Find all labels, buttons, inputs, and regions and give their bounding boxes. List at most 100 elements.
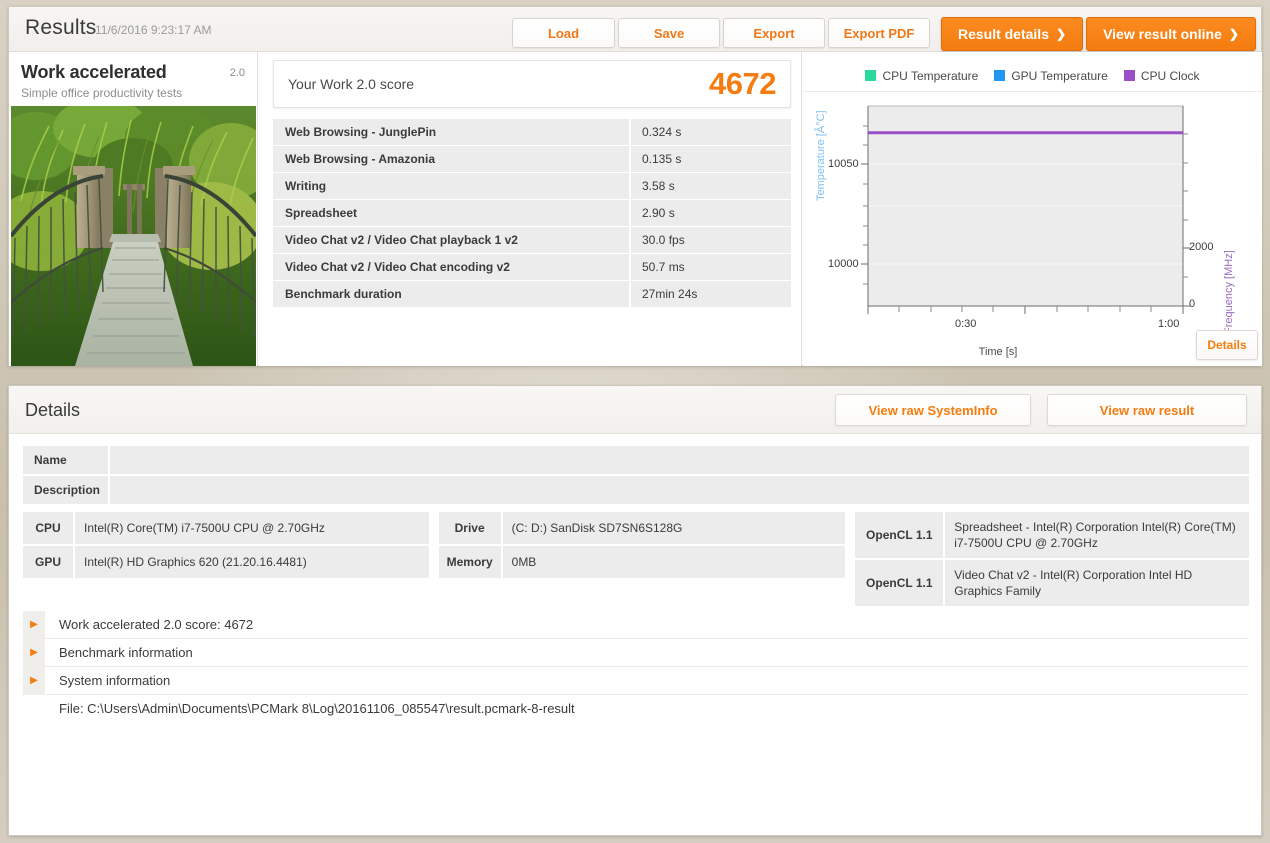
- chevron-right-icon: ❯: [1056, 27, 1066, 41]
- benchmark-subtitle: Simple office productivity tests: [21, 86, 245, 100]
- legend-swatch-icon: [1124, 70, 1135, 81]
- hardware-value: (C: D:) SanDisk SD7SN6S128G: [503, 512, 846, 544]
- result-test-name: Video Chat v2 / Video Chat encoding v2: [273, 254, 629, 280]
- table-row: Description: [23, 476, 1249, 504]
- details-title: Details: [25, 400, 80, 421]
- table-row: GPUIntel(R) HD Graphics 620 (21.20.16.44…: [23, 546, 429, 578]
- legend-label: CPU Clock: [1141, 69, 1200, 83]
- hardware-column-opencl: OpenCL 1.1Spreadsheet - Intel(R) Corpora…: [855, 512, 1249, 608]
- result-test-name: Benchmark duration: [273, 281, 629, 307]
- chart-legend: CPU Temperature GPU Temperature CPU Clock: [803, 60, 1262, 92]
- hardware-column-cpu-gpu: CPUIntel(R) Core(TM) i7-7500U CPU @ 2.70…: [23, 512, 429, 608]
- chevron-right-icon: ▶: [30, 675, 38, 686]
- table-row: Web Browsing - JunglePin0.324 s: [273, 119, 791, 145]
- expand-toggle[interactable]: ▶: [23, 667, 45, 695]
- result-test-value: 30.0 fps: [631, 227, 791, 253]
- result-test-value: 2.90 s: [631, 200, 791, 226]
- load-button[interactable]: Load: [512, 18, 615, 48]
- hardware-value: 0MB: [503, 546, 846, 578]
- expandable-row[interactable]: ▶ Work accelerated 2.0 score: 4672: [23, 611, 1249, 639]
- expandable-label: Work accelerated 2.0 score: 4672: [59, 617, 253, 632]
- expandable-label: Benchmark information: [59, 645, 193, 660]
- result-test-value: 50.7 ms: [631, 254, 791, 280]
- table-row: Drive(C: D:) SanDisk SD7SN6S128G: [439, 512, 846, 544]
- field-input[interactable]: [110, 476, 1249, 504]
- view-online-label: View result online: [1103, 26, 1222, 42]
- benchmark-summary: Work accelerated 2.0 Simple office produ…: [9, 52, 258, 366]
- expandable-row[interactable]: ▶ System information: [23, 667, 1249, 695]
- monitoring-chart-panel: CPU TemperatureGPU TemperatureCPU Clock …: [803, 52, 1262, 366]
- chart-details-button[interactable]: Details: [1196, 330, 1258, 360]
- table-row: Writing3.58 s: [273, 173, 791, 199]
- hardware-grid: CPUIntel(R) Core(TM) i7-7500U CPU @ 2.70…: [23, 512, 1249, 608]
- view-result-online-button[interactable]: View result online ❯: [1086, 17, 1256, 51]
- benchmark-header: Work accelerated 2.0 Simple office produ…: [9, 52, 257, 100]
- hardware-label: GPU: [23, 546, 73, 578]
- hardware-value: Spreadsheet - Intel(R) Corporation Intel…: [945, 512, 1249, 558]
- table-row: CPUIntel(R) Core(TM) i7-7500U CPU @ 2.70…: [23, 512, 429, 544]
- result-test-name: Web Browsing - Amazonia: [273, 146, 629, 172]
- toolbar: Results 11/6/2016 9:23:17 AM Load Save E…: [9, 7, 1261, 52]
- result-timestamp: 11/6/2016 9:23:17 AM: [95, 23, 212, 37]
- save-button[interactable]: Save: [618, 18, 720, 48]
- result-details-label: Result details: [958, 26, 1049, 42]
- jungle-bridge-image: [11, 106, 256, 366]
- expandable-label: System information: [59, 673, 170, 688]
- score-box: Your Work 2.0 score 4672: [273, 60, 791, 108]
- export-button[interactable]: Export: [723, 18, 825, 48]
- chart-svg: [803, 96, 1262, 366]
- score-section: Your Work 2.0 score 4672 Web Browsing - …: [259, 52, 802, 366]
- table-row: Memory0MB: [439, 546, 846, 578]
- legend-swatch-icon: [865, 70, 876, 81]
- hardware-value: Intel(R) HD Graphics 620 (21.20.16.4481): [75, 546, 429, 578]
- result-test-value: 27min 24s: [631, 281, 791, 307]
- table-row: Name: [23, 446, 1249, 474]
- table-row: Benchmark duration27min 24s: [273, 281, 791, 307]
- details-panel: Details View raw SystemInfo View raw res…: [8, 385, 1262, 836]
- benchmark-version: 2.0: [230, 67, 245, 79]
- expandable-row[interactable]: ▶ Benchmark information: [23, 639, 1249, 667]
- field-label: Name: [23, 446, 108, 474]
- hardware-value: Video Chat v2 - Intel(R) Corporation Int…: [945, 560, 1249, 606]
- page-title: Results: [25, 16, 96, 40]
- hardware-label: OpenCL 1.1: [855, 560, 943, 606]
- chart-plot-area: Temperature [Â°C] Frequency [MHz] Time […: [803, 96, 1262, 366]
- export-pdf-button[interactable]: Export PDF: [828, 18, 930, 48]
- benchmark-thumbnail: [11, 106, 256, 366]
- table-row: Video Chat v2 / Video Chat encoding v250…: [273, 254, 791, 280]
- chevron-right-icon: ▶: [30, 647, 38, 658]
- field-input[interactable]: [110, 446, 1249, 474]
- result-test-name: Web Browsing - JunglePin: [273, 119, 629, 145]
- legend-item[interactable]: GPU Temperature: [994, 69, 1108, 83]
- table-row: Video Chat v2 / Video Chat playback 1 v2…: [273, 227, 791, 253]
- name-description-table: NameDescription: [23, 446, 1249, 506]
- hardware-column-drive-memory: Drive(C: D:) SanDisk SD7SN6S128GMemory0M…: [439, 512, 846, 608]
- hardware-label: Drive: [439, 512, 501, 544]
- benchmark-name: Work accelerated: [21, 62, 245, 83]
- table-row: Web Browsing - Amazonia0.135 s: [273, 146, 791, 172]
- expandable-sections: ▶ Work accelerated 2.0 score: 4672 ▶ Benchm…: [23, 611, 1249, 695]
- legend-swatch-icon: [994, 70, 1005, 81]
- details-header: Details View raw SystemInfo View raw res…: [9, 386, 1261, 434]
- score-value: 4672: [709, 66, 776, 102]
- result-details-button[interactable]: Result details ❯: [941, 17, 1083, 51]
- result-test-name: Video Chat v2 / Video Chat playback 1 v2: [273, 227, 629, 253]
- result-test-name: Writing: [273, 173, 629, 199]
- legend-label: GPU Temperature: [1011, 69, 1108, 83]
- field-label: Description: [23, 476, 108, 504]
- table-row: OpenCL 1.1Spreadsheet - Intel(R) Corpora…: [855, 512, 1249, 558]
- chevron-right-icon: ❯: [1229, 27, 1239, 41]
- view-raw-result-button[interactable]: View raw result: [1047, 394, 1247, 426]
- result-test-value: 3.58 s: [631, 173, 791, 199]
- legend-item[interactable]: CPU Temperature: [865, 69, 978, 83]
- hardware-label: Memory: [439, 546, 501, 578]
- expand-toggle[interactable]: ▶: [23, 611, 45, 639]
- expand-toggle[interactable]: ▶: [23, 639, 45, 667]
- legend-item[interactable]: CPU Clock: [1124, 69, 1200, 83]
- results-panel: Results 11/6/2016 9:23:17 AM Load Save E…: [8, 6, 1262, 366]
- chevron-right-icon: ▶: [30, 619, 38, 630]
- score-label: Your Work 2.0 score: [288, 76, 414, 92]
- view-raw-systeminfo-button[interactable]: View raw SystemInfo: [835, 394, 1031, 426]
- result-test-name: Spreadsheet: [273, 200, 629, 226]
- legend-label: CPU Temperature: [882, 69, 978, 83]
